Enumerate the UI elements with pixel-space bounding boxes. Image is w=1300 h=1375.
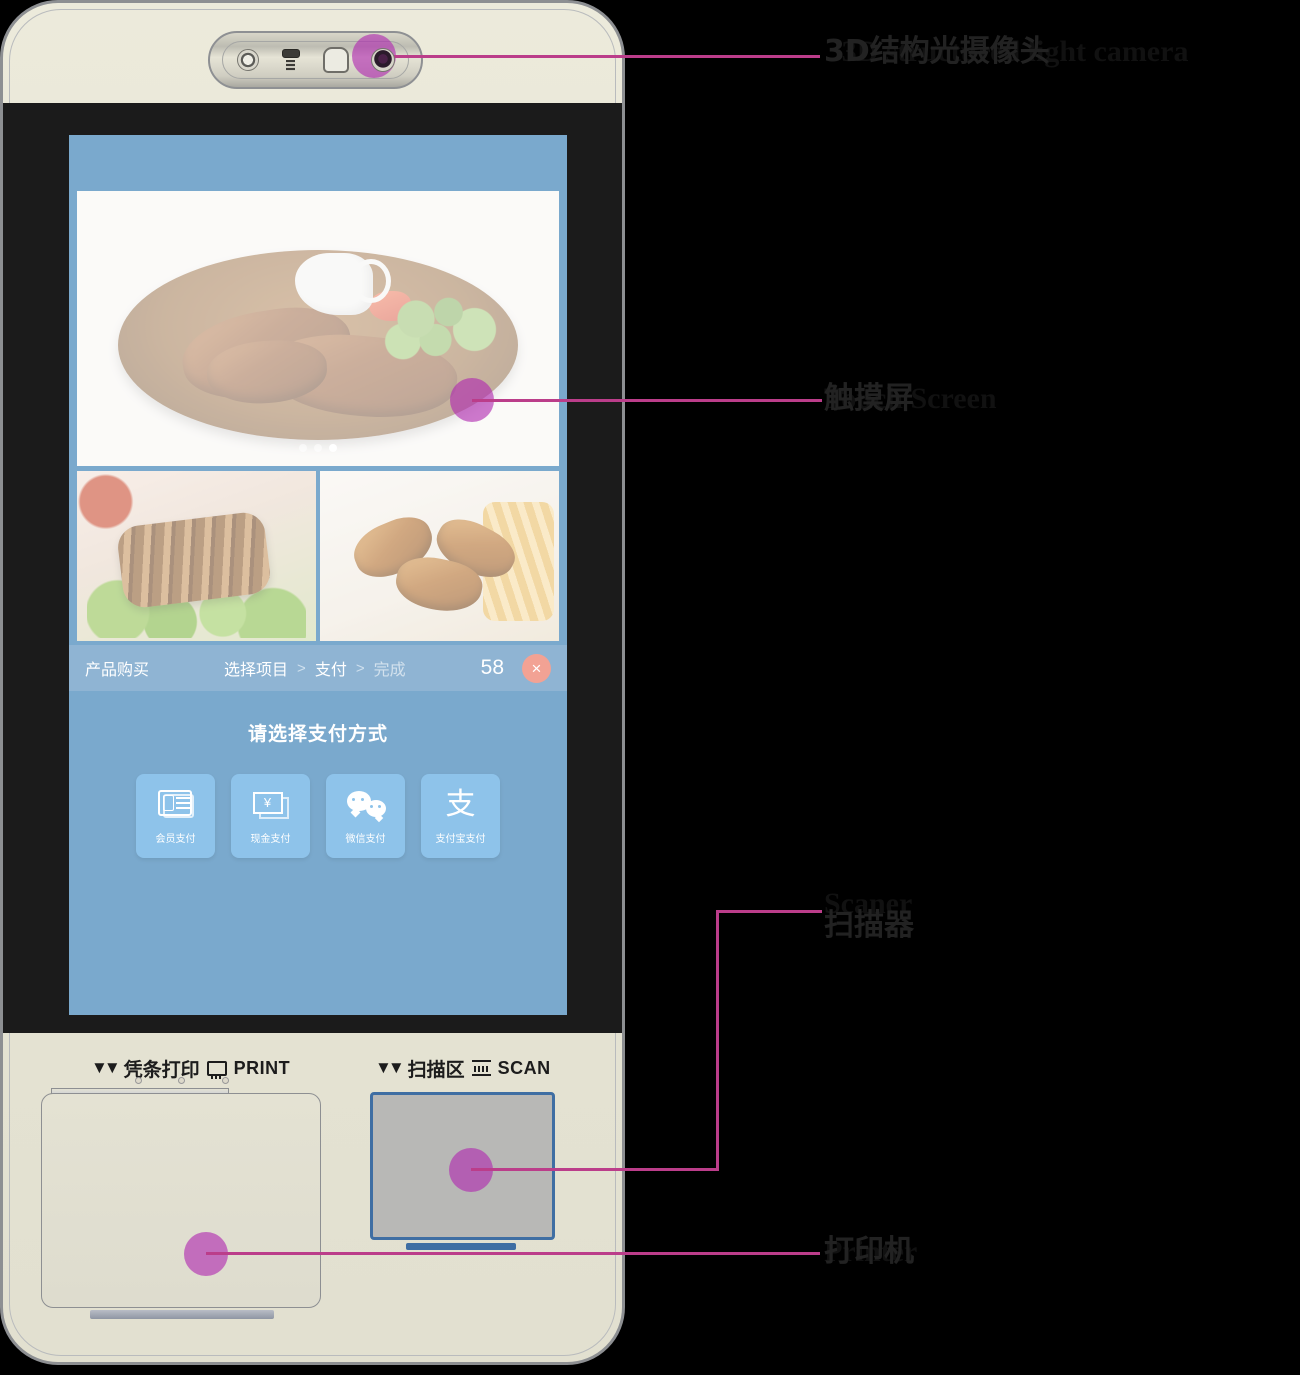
callout-label-printer-zh: 打印机 (824, 1234, 914, 1269)
payment-panel: 请选择支付方式 会员支付 ¥ 现金支付 微信支付 支 支付宝支付 (69, 691, 567, 1015)
breadcrumb-step-pay[interactable]: 支付 (315, 656, 347, 680)
breadcrumb: 选择项目 > 支付 > 完成 (149, 656, 481, 680)
callout-line-scanner-h2 (716, 910, 822, 913)
callout-label-printer: 打印机 Printer (824, 1236, 1154, 1268)
carousel-dot-active[interactable] (329, 444, 337, 452)
breadcrumb-separator: > (297, 659, 306, 677)
product-thumbnail-fried-chicken[interactable] (320, 471, 559, 641)
breadcrumb-separator: > (355, 659, 365, 677)
callout-line-printer (206, 1252, 820, 1255)
scan-area-label: ▼▼ 扫描区 SCAN (375, 1055, 551, 1082)
alipay-icon: 支 (445, 786, 476, 822)
countdown-counter: 58 (480, 656, 504, 679)
carousel-dots[interactable] (77, 444, 559, 452)
image-overlay-fade (77, 471, 316, 641)
ir-camera-lens-icon (370, 48, 395, 72)
callout-label-scanner: 扫描器 Scaner (824, 888, 1154, 941)
carousel-dot[interactable] (314, 444, 322, 452)
callout-label-screen-zh: 触摸屏 (824, 381, 914, 416)
callout-line-scanner-h1 (471, 1168, 719, 1171)
scan-label-zh: 扫描区 (407, 1059, 465, 1081)
ir-emitter-icon (281, 47, 301, 73)
touch-screen[interactable]: 产品购买 选择项目 > 支付 > 完成 58 × 请选择支付方式 会员支付 ¥ … (69, 135, 567, 1015)
payment-method-wechat[interactable]: 微信支付 (326, 774, 405, 858)
screen-bezel: 产品购买 选择项目 > 支付 > 完成 58 × 请选择支付方式 会员支付 ¥ … (3, 103, 622, 1033)
screw-icon (135, 1077, 142, 1084)
callout-label-screen: 触摸屏 Touch Screen (824, 383, 1154, 415)
scanner-base-strip (406, 1243, 516, 1250)
callout-line-scanner-v (716, 910, 719, 1171)
carousel-dot[interactable] (299, 444, 307, 452)
close-button[interactable]: × (522, 653, 551, 683)
payment-method-cash[interactable]: ¥ 现金支付 (231, 774, 310, 858)
screw-icon (222, 1077, 229, 1084)
chevron-down-double-icon: ▼▼ (375, 1058, 405, 1077)
product-thumbnail-roast-duck[interactable] (77, 471, 316, 641)
camera-lens-ring-icon (236, 49, 259, 71)
member-card-icon (155, 788, 197, 822)
payment-method-label: 现金支付 (250, 833, 291, 845)
printer-icon (206, 1060, 227, 1079)
carousel-hero-image[interactable] (77, 191, 559, 466)
breadcrumb-bar: 产品购买 选择项目 > 支付 > 完成 58 × (69, 645, 567, 691)
payment-method-list: 会员支付 ¥ 现金支付 微信支付 支 支付宝支付 (69, 774, 567, 858)
scan-label-en: SCAN (497, 1057, 551, 1078)
payment-method-label: 支付宝支付 (435, 833, 486, 845)
self-service-kiosk-device: 产品购买 选择项目 > 支付 > 完成 58 × 请选择支付方式 会员支付 ¥ … (0, 0, 625, 1365)
bottom-label-row: ▼▼ 凭条打印 PRINT ▼▼ 扫描区 SCAN (3, 1053, 622, 1083)
payment-method-member[interactable]: 会员支付 (136, 774, 215, 858)
product-thumbnail-row[interactable] (77, 471, 559, 641)
image-overlay-fade (320, 471, 559, 641)
breadcrumb-step-select[interactable]: 选择项目 (224, 656, 288, 680)
page-title: 产品购买 (85, 662, 150, 679)
callout-line-camera (374, 55, 820, 58)
chevron-down-double-icon: ▼▼ (91, 1058, 121, 1077)
printer-door[interactable] (41, 1093, 321, 1319)
screw-icon (178, 1077, 185, 1084)
payment-method-label: 微信支付 (345, 833, 386, 845)
callout-label-scanner-zh: 扫描器 (824, 908, 914, 943)
payment-method-label: 会员支付 (155, 833, 196, 845)
scanner-icon (471, 1060, 491, 1076)
payment-method-alipay[interactable]: 支 支付宝支付 (421, 774, 500, 858)
callout-label-camera: 3D结构光摄像头 3D structured light camera (824, 36, 1206, 68)
wechat-icon (345, 788, 387, 822)
print-label-en: PRINT (233, 1057, 291, 1078)
callout-label-camera-zh: 3D结构光摄像头 (824, 34, 1050, 69)
speaker-icon (322, 47, 349, 73)
printer-door-base (90, 1310, 274, 1319)
callout-line-screen (472, 399, 822, 402)
camera-module (208, 31, 423, 89)
cash-note-icon: ¥ (250, 788, 292, 822)
breadcrumb-step-done[interactable]: 完成 (374, 656, 406, 680)
image-overlay-fade (77, 191, 559, 466)
payment-title: 请选择支付方式 (247, 724, 388, 745)
print-area-label: ▼▼ 凭条打印 PRINT (91, 1055, 290, 1082)
